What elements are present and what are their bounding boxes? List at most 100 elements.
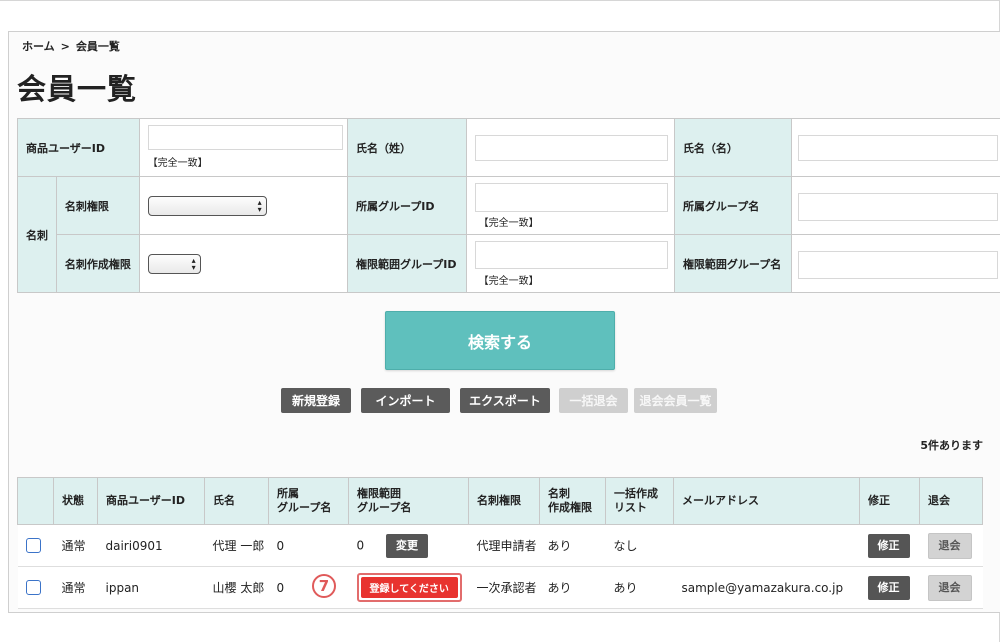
header-user-id: 商品ユーザーID: [97, 477, 205, 525]
group-id-input[interactable]: [474, 183, 668, 212]
row-scope-group-cell: 0 変更: [348, 524, 469, 567]
scope-group-id-label: 権限範囲グループID: [346, 234, 467, 293]
row-meishi-auth: 代理申請者: [468, 524, 540, 567]
first-name-label: 氏名（名）: [673, 118, 792, 177]
last-name-input[interactable]: [474, 135, 668, 161]
search-form: 商品ユーザーID 【完全一致】 氏名（姓） 氏名（名） 名刺 名刺権限 ▴▾: [17, 118, 1000, 293]
main-content: ホーム > 会員一覧 会員一覧 商品ユーザーID 【完全一致】 氏名（姓） 氏名（名…: [8, 31, 1000, 613]
breadcrumb-current: 会員一覧: [75, 40, 120, 53]
group-id-note: 【完全一致】: [478, 218, 539, 229]
meishi-create-auth-select[interactable]: ▴ ▾: [147, 254, 201, 274]
header-status: 状態: [53, 477, 98, 525]
row-checkbox-cell: [17, 524, 54, 567]
header-meishi-create-line2: 作成権限: [548, 501, 592, 514]
group-name-input[interactable]: [797, 193, 998, 221]
new-register-button[interactable]: 新規登録: [281, 388, 351, 413]
withdrawn-members-button[interactable]: 退会会員一覧: [634, 388, 717, 413]
scope-group-name-label: 権限範囲グループ名: [673, 234, 792, 293]
search-button[interactable]: 検索する: [385, 311, 615, 370]
row-group: 0: [268, 524, 349, 567]
group-name-label: 所属グループ名: [673, 176, 792, 235]
meishi-auth-label: 名刺権限: [55, 176, 140, 235]
row-checkbox[interactable]: [25, 538, 41, 553]
row-checkbox[interactable]: [25, 580, 41, 595]
register-scope-button[interactable]: 登録してください: [360, 577, 458, 598]
row-checkbox-cell: [17, 566, 54, 609]
header-meishi-create-line1: 名刺: [548, 487, 570, 500]
row-withdraw-cell: 退会: [919, 524, 983, 567]
meishi-create-auth-label: 名刺作成権限: [55, 234, 140, 293]
header-scope-group-line2: グループ名: [357, 501, 412, 514]
row-edit-cell: 修正: [859, 566, 920, 609]
row-withdraw-cell: 退会: [919, 566, 983, 609]
select-arrows-icon: ▴ ▾: [191, 256, 196, 272]
header-withdraw: 退会: [919, 477, 983, 525]
change-scope-button[interactable]: 変更: [385, 533, 428, 558]
row-bulk-list: あり: [605, 566, 674, 609]
row-scope-group: 0: [356, 538, 365, 552]
select-arrows-icon: ▴ ▾: [257, 198, 262, 214]
group-id-label: 所属グループID: [346, 176, 467, 235]
breadcrumb: ホーム > 会員一覧: [22, 38, 120, 54]
last-name-label: 氏名（姓）: [346, 118, 467, 177]
meishi-auth-select[interactable]: ▴ ▾: [147, 196, 267, 216]
row-meishi-auth: 一次承認者: [468, 566, 540, 609]
header-bulk-list: 一括作成 リスト: [605, 477, 674, 525]
row-user-id: ippan: [97, 566, 205, 609]
scope-group-name-cell: [790, 234, 1000, 293]
breadcrumb-home-link[interactable]: ホーム: [22, 38, 55, 54]
table-row: 通常 dairi0901 代理 一郎 0 0 変更 代理申請者 あり なし 修正…: [17, 524, 983, 567]
bulk-withdraw-button[interactable]: 一括退会: [559, 388, 628, 413]
breadcrumb-separator: >: [60, 40, 70, 53]
header-scope-group-line1: 権限範囲: [357, 487, 401, 500]
row-email: sample@yamazakura.co.jp: [673, 566, 860, 609]
scope-group-id-note: 【完全一致】: [478, 276, 539, 287]
scope-group-id-cell: 【完全一致】: [465, 234, 675, 293]
header-email: メールアドレス: [673, 477, 860, 525]
scope-group-name-input[interactable]: [797, 251, 998, 279]
row-status: 通常: [53, 524, 98, 567]
header-name: 氏名: [204, 477, 269, 525]
first-name-input[interactable]: [797, 135, 998, 161]
row-email: [673, 524, 860, 567]
import-button[interactable]: インポート: [361, 388, 450, 413]
row-name: 山櫻 太郎: [204, 566, 269, 609]
header-group-name: 所属 グループ名: [268, 477, 349, 525]
header-scope-group: 権限範囲 グループ名: [348, 477, 469, 525]
results-table: 状態 商品ユーザーID 氏名 所属 グループ名 権限範囲 グループ名 名刺権限 名刺…: [17, 477, 983, 609]
step-number-badge: 7: [312, 574, 336, 598]
edit-button[interactable]: 修正: [867, 575, 910, 600]
row-user-id: dairi0901: [97, 524, 205, 567]
header-bulk-list-line2: リスト: [614, 501, 647, 514]
row-scope-group-cell: 登録してください: [348, 566, 469, 609]
window-top-border: [0, 0, 1000, 1]
edit-button[interactable]: 修正: [867, 533, 910, 558]
product-user-id-input[interactable]: [147, 125, 343, 150]
product-user-id-label: 商品ユーザーID: [17, 118, 140, 177]
row-bulk-list: なし: [605, 524, 674, 567]
meishi-auth-cell: ▴ ▾: [138, 176, 348, 235]
export-button[interactable]: エクスポート: [460, 388, 550, 413]
row-name: 代理 一郎: [204, 524, 269, 567]
header-group-name-line1: 所属: [277, 487, 299, 500]
page-title: 会員一覧: [17, 72, 138, 106]
row-status: 通常: [53, 566, 98, 609]
table-header-row: 状態 商品ユーザーID 氏名 所属 グループ名 権限範囲 グループ名 名刺権限 名刺…: [17, 477, 983, 525]
product-user-id-cell: 【完全一致】: [138, 118, 348, 177]
withdraw-button[interactable]: 退会: [927, 574, 972, 601]
group-id-cell: 【完全一致】: [465, 176, 675, 235]
result-count: 5件あります: [920, 439, 983, 452]
meishi-group-label: 名刺: [17, 176, 57, 293]
register-scope-highlight: 登録してください: [356, 573, 462, 602]
row-edit-cell: 修正: [859, 524, 920, 567]
header-meishi-create: 名刺 作成権限: [539, 477, 606, 525]
row-group: 0: [268, 566, 349, 609]
withdraw-button[interactable]: 退会: [927, 532, 972, 559]
table-row: 通常 ippan 山櫻 太郎 0 登録してください 一次承認者 あり あり sa…: [17, 566, 983, 609]
last-name-cell: [465, 118, 675, 177]
header-edit: 修正: [859, 477, 920, 525]
product-user-id-note: 【完全一致】: [147, 158, 208, 169]
scope-group-id-input[interactable]: [474, 241, 668, 269]
first-name-cell: [790, 118, 1000, 177]
group-name-cell: [790, 176, 1000, 235]
